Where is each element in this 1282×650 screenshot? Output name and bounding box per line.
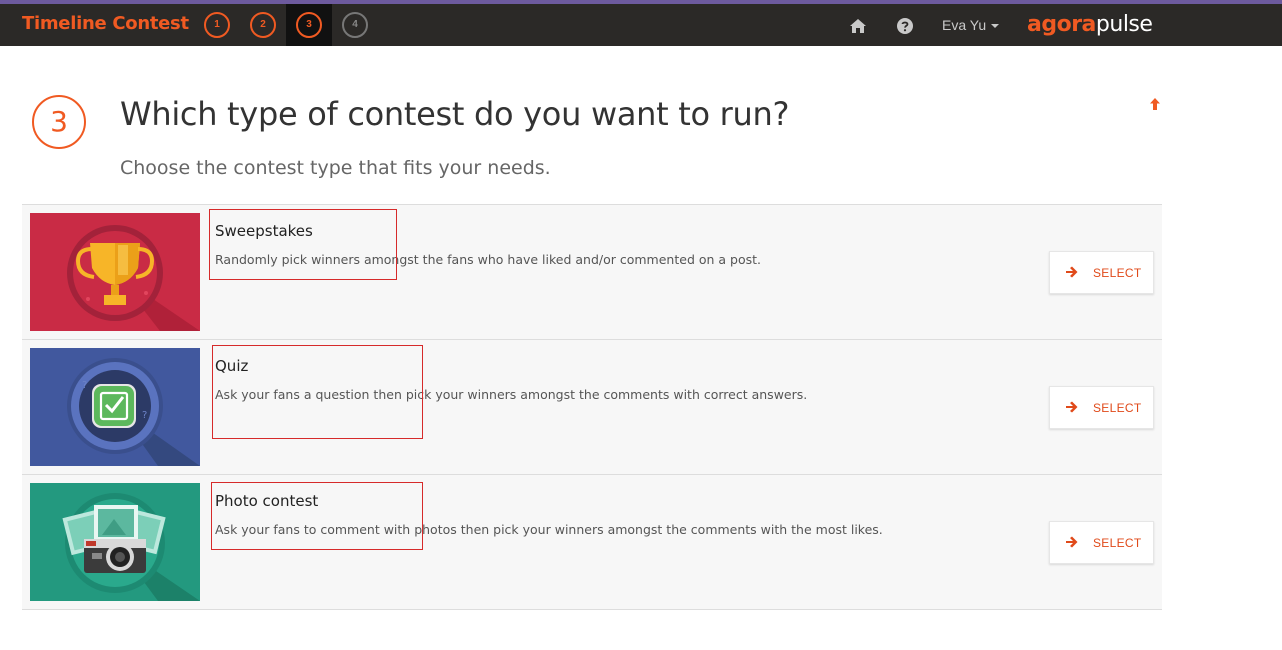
svg-text:?: ? — [82, 380, 87, 391]
arrow-right-icon — [1066, 266, 1078, 278]
question-circle-icon[interactable] — [896, 17, 914, 35]
step-2-button[interactable]: 2 — [250, 12, 276, 38]
brand-part2: pulse — [1095, 12, 1153, 37]
select-sweepstakes-button[interactable]: SELECT — [1049, 251, 1154, 294]
highlight-box — [212, 345, 423, 439]
list-item: Photo contest Ask your fans to comment w… — [22, 475, 1162, 610]
quiz-thumbnail: ? ? — [30, 348, 200, 466]
page-subtitle: Choose the contest type that fits your n… — [120, 157, 551, 179]
sweepstakes-thumbnail — [30, 213, 200, 331]
brand-part1: agora — [1027, 12, 1096, 37]
arrow-right-icon — [1066, 536, 1078, 548]
contest-type-list: Sweepstakes Randomly pick winners amongs… — [22, 204, 1162, 610]
camera-icon — [30, 483, 200, 601]
list-item: Sweepstakes Randomly pick winners amongs… — [22, 205, 1162, 340]
svg-text:?: ? — [142, 410, 147, 421]
highlight-box — [209, 209, 397, 280]
user-name: Eva Yu — [942, 17, 987, 33]
top-nav-bar: Timeline Contest 1 2 3 4 Eva Yu agorapul… — [0, 0, 1282, 46]
user-menu[interactable]: Eva Yu — [942, 17, 1000, 33]
brand-logo: agorapulse — [1027, 12, 1153, 37]
chevron-down-icon — [991, 24, 1000, 29]
step-3-button[interactable]: 3 — [296, 12, 322, 38]
step-1-button[interactable]: 1 — [204, 12, 230, 38]
trophy-icon — [30, 213, 200, 331]
home-icon[interactable] — [849, 17, 867, 35]
app-title: Timeline Contest — [22, 13, 189, 34]
checkmark-icon: ? ? — [30, 348, 200, 466]
arrow-up-icon[interactable] — [1149, 97, 1161, 111]
select-label: SELECT — [1093, 266, 1142, 280]
step-number-badge: 3 — [32, 95, 86, 149]
page-title: Which type of contest do you want to run… — [120, 95, 790, 133]
select-label: SELECT — [1093, 401, 1142, 415]
list-item: ? ? Quiz Ask your fans a question then p… — [22, 340, 1162, 475]
select-label: SELECT — [1093, 536, 1142, 550]
select-quiz-button[interactable]: SELECT — [1049, 386, 1154, 429]
select-photo-contest-button[interactable]: SELECT — [1049, 521, 1154, 564]
photo-contest-thumbnail — [30, 483, 200, 601]
highlight-box — [211, 482, 423, 550]
step-4-button[interactable]: 4 — [342, 12, 368, 38]
arrow-right-icon — [1066, 401, 1078, 413]
